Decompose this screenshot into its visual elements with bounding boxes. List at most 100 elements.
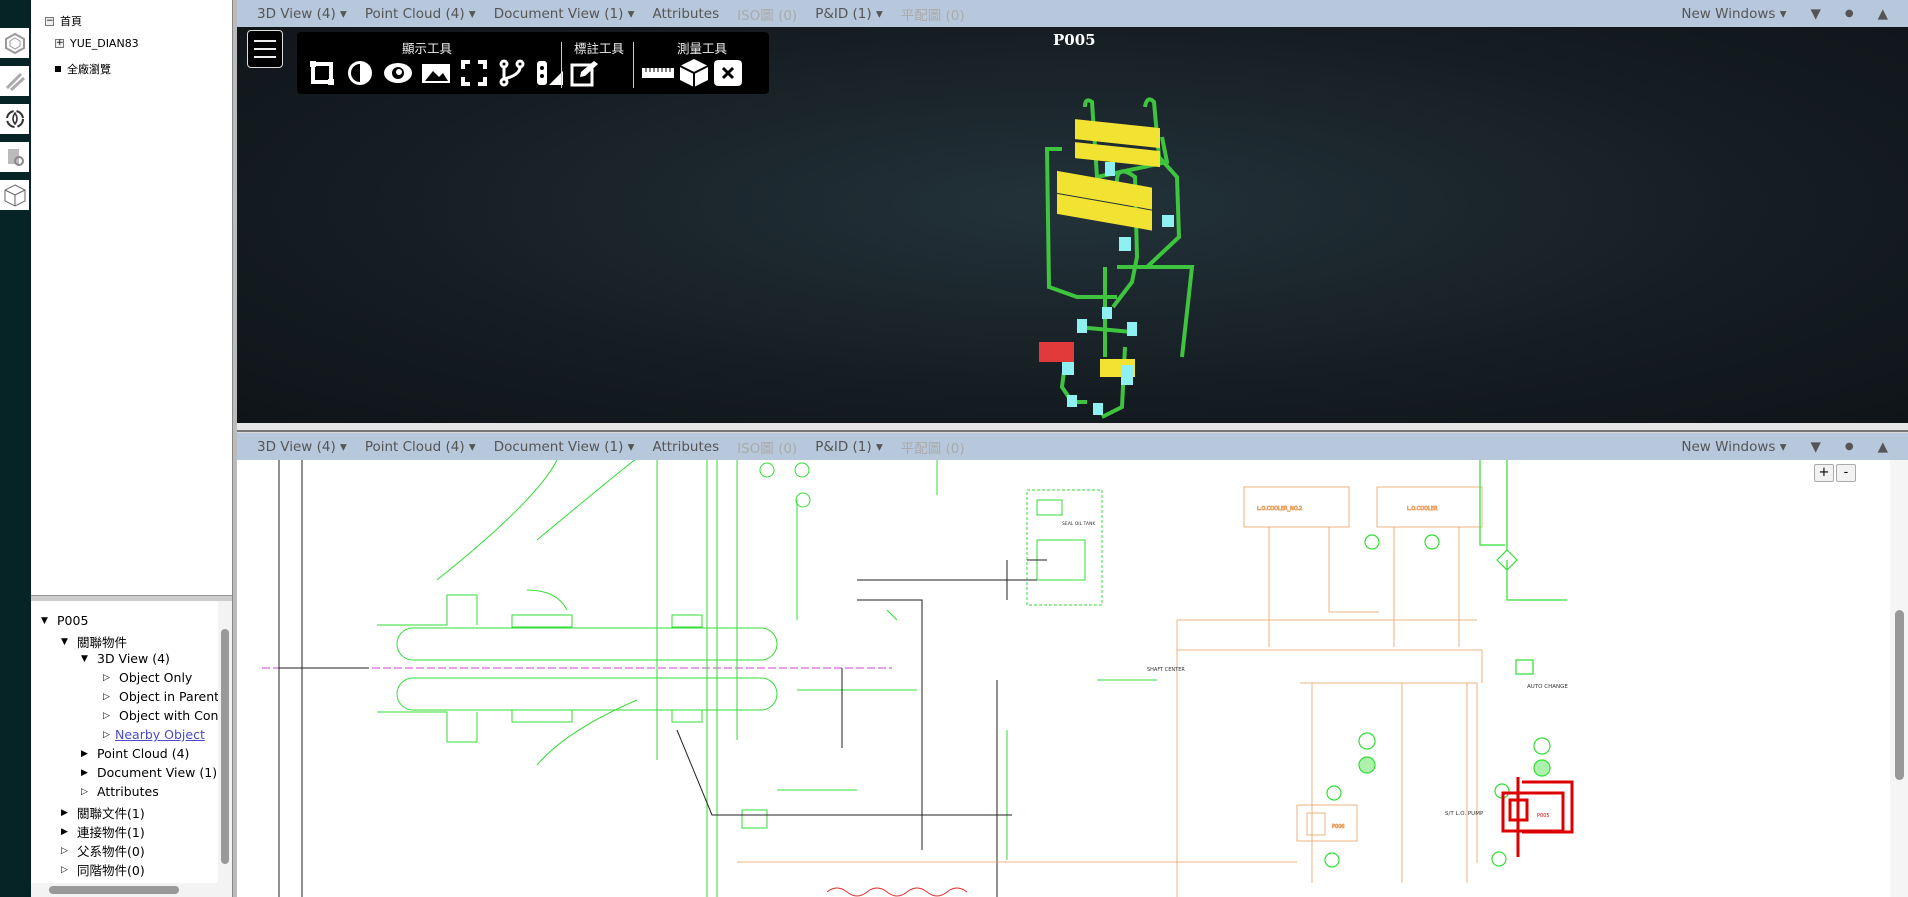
menu-attributes[interactable]: Attributes (652, 6, 719, 22)
zoom-in-button[interactable]: + (1814, 464, 1834, 482)
caret-right-outline-icon[interactable]: ▷ (103, 692, 113, 702)
tree-node-object-in-parent[interactable]: ▷ Object in Parent (103, 689, 219, 704)
tree-node-home[interactable]: − 首頁 (45, 13, 82, 29)
new-windows-menu[interactable]: New Windows ▾ (1681, 439, 1786, 455)
wireframe-cube-icon[interactable] (0, 180, 29, 210)
expand-icon[interactable]: + (55, 39, 64, 48)
fullscreen-icon[interactable] (459, 58, 489, 88)
fit-view-icon[interactable] (307, 58, 337, 88)
caret-down-icon[interactable]: ▼ (61, 637, 71, 647)
branch-icon[interactable] (497, 58, 527, 88)
tree-node-plant-view[interactable]: 全廠瀏覽 (55, 61, 111, 77)
menu-document-view[interactable]: Document View (1) ▾ (494, 6, 635, 22)
tree-panel-top: − 首頁 + YUE_DIAN83 全廠瀏覽 (31, 0, 232, 595)
contrast-icon[interactable] (345, 58, 375, 88)
close-measure-icon[interactable] (713, 58, 743, 88)
tree-node-point-cloud[interactable]: ▶ Point Cloud (4) (81, 746, 189, 761)
caret-right-icon[interactable]: ▶ (61, 827, 71, 837)
tree-label: P005 (57, 613, 89, 628)
edit-annotation-icon[interactable] (569, 58, 599, 88)
tree-label: 連接物件(1) (77, 825, 145, 840)
tree-label: 關聯物件 (77, 635, 128, 650)
tree-node-nearby-object[interactable]: ▷ Nearby Object (103, 727, 205, 742)
image-icon[interactable] (421, 58, 451, 88)
pid-drawing[interactable]: L.O.COOLER_NO.2 L.O.COOLER P006 AUTO CHA… (237, 460, 1908, 897)
caret-right-icon[interactable]: ▶ (81, 749, 91, 759)
tree-node-document-view[interactable]: ▶ Document View (1) (81, 765, 217, 780)
ruler-icon[interactable] (641, 58, 675, 88)
tree-label: 3D View (4) (97, 651, 170, 666)
caret-right-outline-icon[interactable]: ▷ (81, 787, 91, 797)
label-shaft-center: SHAFT CENTER (1147, 667, 1185, 673)
caret-right-outline-icon[interactable]: ▷ (103, 711, 113, 721)
menu-document-view[interactable]: Document View (1) ▾ (494, 439, 635, 455)
tree-label: 首頁 (60, 15, 82, 28)
maximize-pane-button[interactable]: ▲ (1878, 439, 1888, 455)
nearby-object-link[interactable]: Nearby Object (115, 727, 205, 742)
tree-node-related-objects[interactable]: ▼ 關聯物件 (61, 632, 127, 651)
tree-node-object-with-conn[interactable]: ▷ Object with Conn (103, 708, 226, 723)
restore-pane-button[interactable]: ● (1845, 441, 1854, 452)
tree-node-yue-dian83[interactable]: + YUE_DIAN83 (55, 37, 139, 50)
cube-outline-icon[interactable] (0, 28, 29, 58)
measure-cube-icon[interactable] (679, 58, 709, 88)
bullet-icon (55, 66, 61, 72)
pane-separator[interactable] (237, 423, 1908, 432)
3d-model-render[interactable] (1007, 67, 1207, 437)
menu-iso: ISO圖 (0) (737, 7, 798, 24)
tree-label: 同階物件(0) (77, 863, 145, 878)
tree-node-parent[interactable]: ▷ 父系物件(0) (61, 841, 145, 860)
caret-right-outline-icon[interactable]: ▷ (103, 673, 113, 683)
tree-node-attributes[interactable]: ▷ Attributes (81, 784, 159, 799)
label-cooler: L.O.COOLER (1407, 506, 1438, 512)
tree-label: YUE_DIAN83 (70, 37, 139, 50)
tree-node-connected[interactable]: ▶ 連接物件(1) (61, 822, 145, 841)
zoom-out-button[interactable]: - (1836, 464, 1856, 482)
menu-point-cloud[interactable]: Point Cloud (4) ▾ (365, 439, 476, 455)
tree-node-3d-view[interactable]: ▼ 3D View (4) (81, 651, 170, 666)
maximize-pane-button[interactable]: ▲ (1878, 6, 1888, 22)
caret-right-icon[interactable]: ▶ (61, 808, 71, 818)
collapse-icon[interactable]: − (45, 16, 54, 26)
caret-down-icon[interactable]: ▼ (41, 616, 51, 626)
label-p006: P006 (1332, 824, 1345, 830)
caret-right-outline-icon[interactable]: ▷ (103, 730, 113, 740)
restore-pane-button[interactable]: ● (1845, 8, 1854, 19)
menu-layout: 平配圖 (0) (900, 7, 965, 24)
label-st-lo-pump: S/T L.O. PUMP (1445, 811, 1484, 817)
tree-node-p005[interactable]: ▼ P005 (41, 613, 88, 628)
tree-node-sibling[interactable]: ▷ 同階物件(0) (61, 860, 145, 879)
tree-node-related-docs[interactable]: ▶ 關聯文件(1) (61, 803, 145, 822)
menu-pid[interactable]: P&ID (1) ▾ (815, 439, 883, 455)
label-seal-oil-tank: SEAL OIL TANK (1062, 521, 1096, 527)
minimize-pane-button[interactable]: ▼ (1810, 6, 1820, 22)
menu-attributes[interactable]: Attributes (652, 439, 719, 455)
new-windows-menu[interactable]: New Windows ▾ (1681, 6, 1786, 22)
pid-drawing-viewer[interactable]: L.O.COOLER_NO.2 L.O.COOLER P006 AUTO CHA… (237, 460, 1908, 897)
document-search-icon[interactable] (0, 142, 29, 172)
drawing-scrollbar[interactable] (1890, 460, 1908, 897)
hamburger-menu-button[interactable] (247, 30, 283, 68)
tree-node-object-only[interactable]: ▷ Object Only (103, 670, 192, 685)
menu-3d-view[interactable]: 3D View (4) ▾ (257, 6, 347, 22)
menu-3d-view[interactable]: 3D View (4) ▾ (257, 439, 347, 455)
caret-right-outline-icon[interactable]: ▷ (61, 865, 71, 875)
caret-right-outline-icon[interactable]: ▷ (61, 846, 71, 856)
horizontal-scrollbar[interactable] (31, 883, 232, 897)
caret-down-icon[interactable]: ▼ (81, 654, 91, 664)
eye-icon[interactable] (383, 58, 413, 88)
bottom-pane-menubar: 3D View (4) ▾ Point Cloud (4) ▾ Document… (237, 433, 1908, 460)
left-icon-strip (0, 0, 31, 897)
pump-p005-highlight (1039, 342, 1074, 362)
tree-label: Object with Conn (119, 708, 227, 723)
pipes-icon[interactable] (0, 66, 29, 96)
cycle-drop-icon[interactable] (0, 104, 29, 134)
caret-right-icon[interactable]: ▶ (81, 768, 91, 778)
3d-viewer[interactable]: 顯示工具 標註工具 測量工具 P005 (237, 27, 1908, 423)
tree-label: Point Cloud (4) (97, 746, 190, 761)
minimize-pane-button[interactable]: ▼ (1810, 439, 1820, 455)
tree-label: 關聯文件(1) (77, 806, 145, 821)
menu-point-cloud[interactable]: Point Cloud (4) ▾ (365, 6, 476, 22)
vertical-scrollbar[interactable] (218, 601, 232, 883)
menu-pid[interactable]: P&ID (1) ▾ (815, 6, 883, 22)
